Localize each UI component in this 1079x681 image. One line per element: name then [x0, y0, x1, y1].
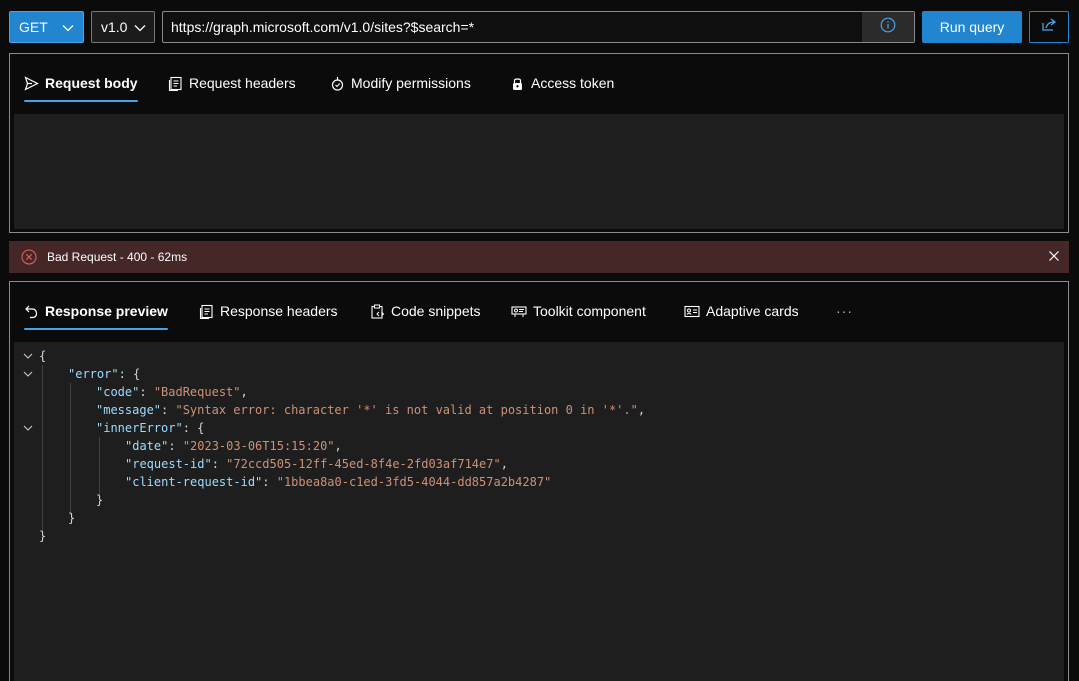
json-line: }	[68, 511, 76, 525]
status-message: Bad Request - 400 - 62ms	[47, 250, 188, 264]
json-line: "innerError": {	[96, 421, 205, 435]
document-icon	[199, 304, 213, 319]
http-method-dropdown[interactable]: GET	[9, 11, 84, 43]
tab-access-token[interactable]: Access token	[510, 54, 630, 112]
tab-label: Request body	[45, 75, 138, 91]
response-json-viewer: { "error": { "code": "BadRequest", "mess…	[14, 342, 1064, 681]
url-field	[162, 11, 915, 43]
json-line: {	[39, 349, 47, 363]
http-method-value: GET	[19, 19, 48, 35]
json-line: "message": "Syntax error: character '*' …	[96, 403, 646, 417]
info-button[interactable]	[862, 12, 914, 42]
json-line: }	[96, 493, 104, 507]
share-button[interactable]	[1029, 11, 1069, 43]
indent-guide	[70, 383, 71, 515]
fold-chevron-icon[interactable]	[22, 365, 34, 383]
query-toolbar: GET v1.0 Run query	[9, 11, 1069, 43]
lock-icon	[513, 77, 522, 90]
request-panel: Request body Request headers Modify perm…	[9, 53, 1069, 233]
tab-label: Access token	[531, 75, 615, 91]
tab-response-headers[interactable]: Response headers	[199, 282, 349, 340]
chevron-down-icon	[61, 21, 75, 38]
run-query-button[interactable]: Run query	[922, 11, 1022, 43]
tab-request-body[interactable]: Request body	[24, 54, 138, 112]
status-bar: Bad Request - 400 - 62ms	[9, 241, 1069, 273]
tab-adaptive-cards[interactable]: Adaptive cards	[684, 282, 809, 340]
url-input[interactable]	[163, 12, 863, 42]
tab-label: Request headers	[189, 75, 296, 91]
error-icon	[21, 249, 37, 265]
tab-label: Response headers	[220, 303, 338, 319]
request-body-editor[interactable]	[14, 114, 1064, 229]
tab-request-headers[interactable]: Request headers	[168, 54, 308, 112]
tab-label: Toolkit component	[533, 303, 646, 319]
tab-label: Response preview	[45, 303, 168, 319]
json-line: "date": "2023-03-06T15:15:20",	[125, 439, 342, 453]
clipboard-code-icon	[371, 304, 385, 319]
indent-guide	[99, 437, 100, 497]
response-panel: Response preview Response headers Code s…	[9, 281, 1069, 681]
share-icon	[1040, 17, 1058, 38]
fold-chevron-icon[interactable]	[22, 347, 34, 365]
json-line: "code": "BadRequest",	[96, 385, 248, 399]
fold-chevron-icon[interactable]	[22, 419, 34, 437]
document-icon	[168, 76, 182, 91]
json-line: "error": {	[68, 367, 141, 381]
tab-label: Adaptive cards	[706, 303, 799, 319]
info-icon	[880, 17, 896, 38]
tab-response-preview[interactable]: Response preview	[24, 282, 168, 340]
json-line: }	[39, 529, 47, 543]
card-icon	[684, 305, 700, 317]
chevron-down-icon	[133, 21, 147, 38]
json-line: "client-request-id": "1bbea8a0-c1ed-3fd5…	[125, 475, 552, 489]
tab-label: Modify permissions	[351, 75, 471, 91]
version-value: v1.0	[101, 19, 128, 35]
component-icon	[511, 305, 527, 317]
more-icon: ···	[836, 303, 853, 319]
tab-code-snippets[interactable]: Code snippets	[370, 282, 495, 340]
close-icon[interactable]	[1047, 249, 1061, 263]
tab-toolkit-component[interactable]: Toolkit component	[511, 282, 661, 340]
tab-modify-permissions[interactable]: Modify permissions	[330, 54, 490, 112]
shield-icon	[331, 76, 344, 91]
version-dropdown[interactable]: v1.0	[91, 11, 155, 43]
tab-label: Code snippets	[391, 303, 481, 319]
indent-guide	[42, 365, 43, 533]
undo-icon	[25, 305, 38, 318]
json-line: "request-id": "72ccd505-12ff-45ed-8f4e-2…	[125, 457, 508, 471]
more-tabs-button[interactable]: ···	[836, 282, 860, 340]
send-icon	[24, 75, 39, 91]
